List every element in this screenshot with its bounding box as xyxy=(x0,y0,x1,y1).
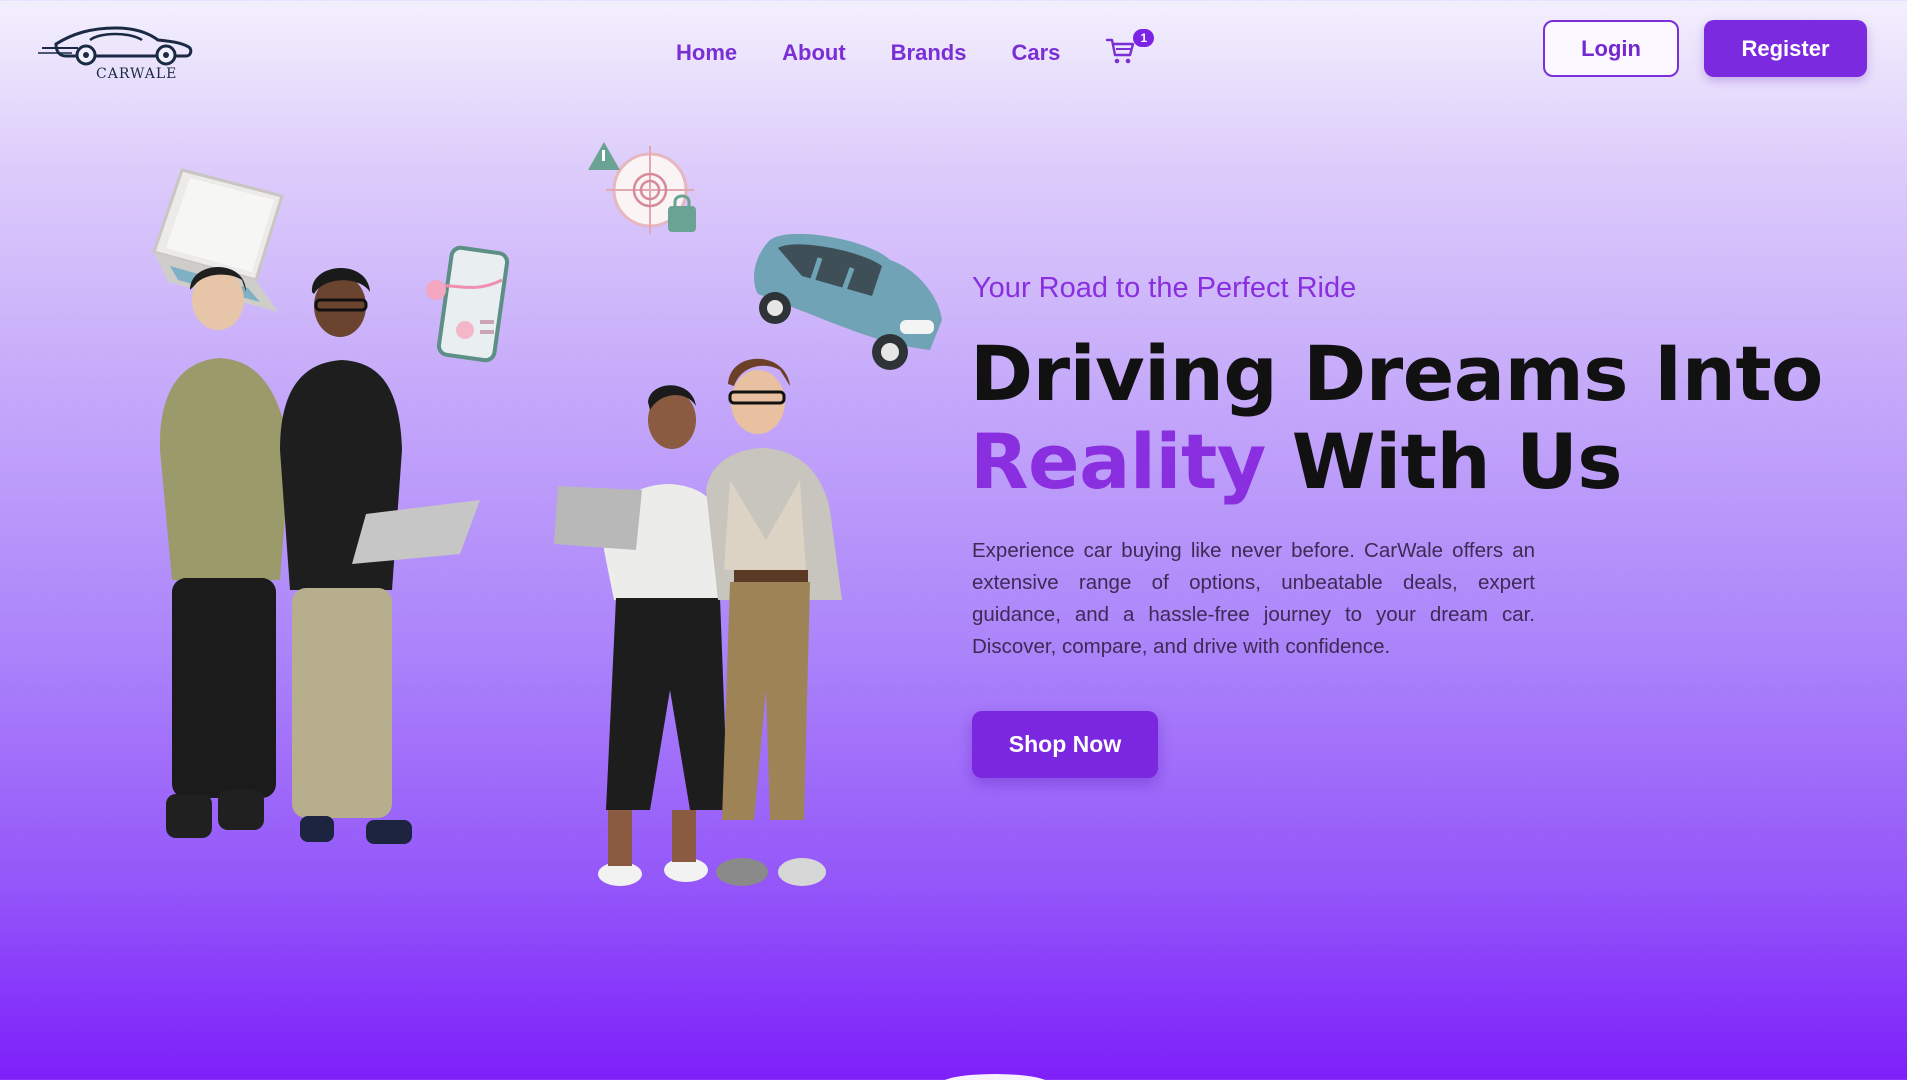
hero-description: Experience car buying like never before.… xyxy=(972,539,1535,658)
headline-accent: Reality xyxy=(970,417,1266,506)
login-button[interactable]: Login xyxy=(1543,20,1679,77)
nav-link-about[interactable]: About xyxy=(782,40,846,66)
site-header: CARWALE Home About Brands Cars 1 Login R… xyxy=(0,0,1907,100)
brand-logo[interactable]: CARWALE xyxy=(38,22,198,86)
headline-rest: With Us xyxy=(1265,417,1623,506)
floating-phone-icon xyxy=(426,245,510,363)
fingerprint-security-icon xyxy=(588,142,696,234)
floating-car-icon xyxy=(754,233,942,370)
hero-illustration xyxy=(130,130,950,910)
cart-icon xyxy=(1106,38,1135,64)
register-button[interactable]: Register xyxy=(1704,20,1867,77)
cart-button[interactable]: 1 xyxy=(1105,29,1155,66)
nav-link-home[interactable]: Home xyxy=(676,40,737,66)
bottom-decoration xyxy=(940,1074,1050,1080)
brand-name: CARWALE xyxy=(96,66,178,82)
car-logo-icon xyxy=(38,26,193,66)
nav-link-brands[interactable]: Brands xyxy=(891,40,967,66)
headline-line1: Driving Dreams Into xyxy=(970,329,1823,418)
shop-now-button[interactable]: Shop Now xyxy=(972,711,1158,778)
hero-headline: Driving Dreams Into Reality With Us xyxy=(970,330,1870,506)
hero-tagline: Your Road to the Perfect Ride xyxy=(972,272,1357,304)
person-figure-4 xyxy=(706,358,842,886)
person-figure-1 xyxy=(159,267,290,838)
person-figure-3 xyxy=(554,385,728,886)
nav-link-cars[interactable]: Cars xyxy=(1011,40,1060,66)
main-nav: Home About Brands Cars 1 xyxy=(676,29,1155,66)
cart-count-badge: 1 xyxy=(1133,29,1155,47)
